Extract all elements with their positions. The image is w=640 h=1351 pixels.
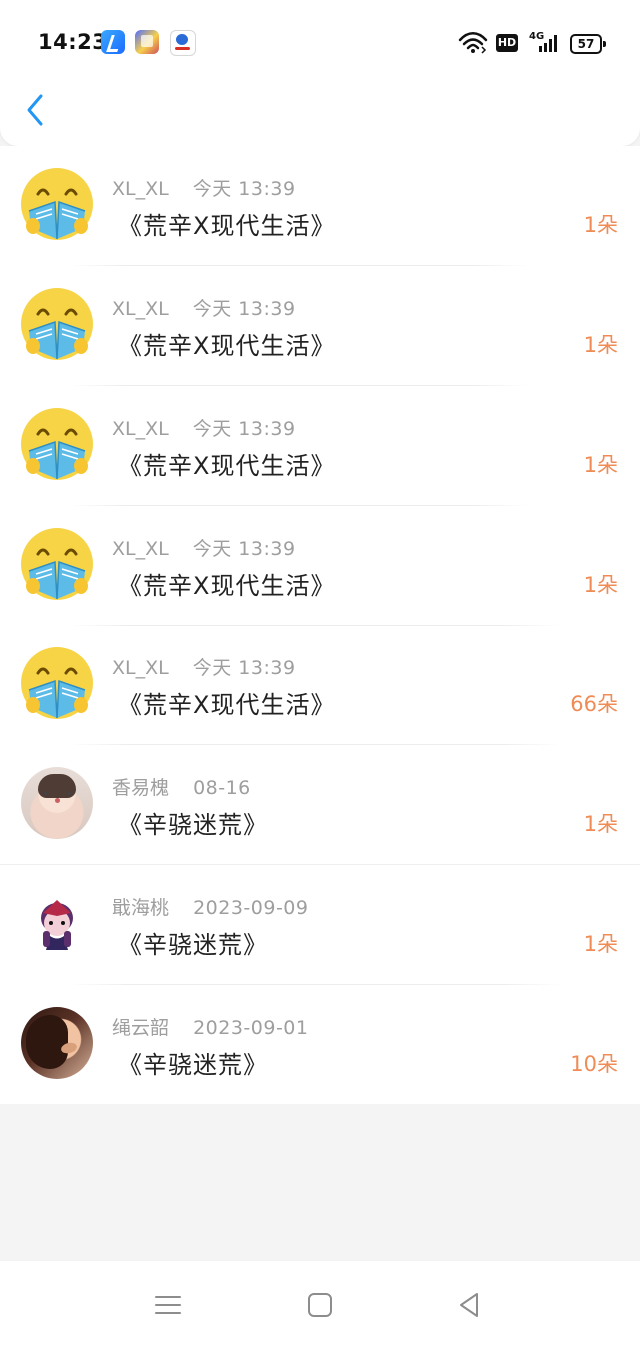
timestamp: 今天 13:39	[192, 178, 296, 200]
book-title: 《辛骁迷荒》	[118, 1051, 268, 1079]
avatar[interactable]	[21, 168, 93, 240]
list-item[interactable]: 绳云韶 2023-09-01 《辛骁迷荒》 10朵	[0, 985, 640, 1104]
list-item[interactable]: XL_XL 今天 13:39 《荒辛X现代生活》 1朵	[0, 386, 640, 506]
book-title: 《荒辛X现代生活》	[118, 212, 336, 240]
wifi-icon	[458, 32, 488, 54]
list-item[interactable]: 香易槐 08-16 《辛骁迷荒》 1朵	[0, 745, 640, 865]
timestamp: 08-16	[193, 777, 251, 799]
list-item[interactable]: XL_XL 今天 13:39 《荒辛X现代生活》 66朵	[0, 625, 640, 745]
meta-line: 戢海桃 2023-09-09	[112, 893, 308, 919]
book-reading-emoji-icon	[21, 288, 93, 360]
blue-app-icon	[101, 30, 125, 54]
timestamp: 今天 13:39	[192, 298, 296, 320]
book-title: 《荒辛X现代生活》	[118, 452, 336, 480]
book-reading-emoji-icon	[21, 408, 93, 480]
menu-icon[interactable]	[153, 1290, 183, 1320]
flower-count: 10朵	[570, 1052, 618, 1076]
meta-line: XL_XL 今天 13:39	[112, 653, 296, 679]
list-item[interactable]: XL_XL 今天 13:39 《荒辛X现代生活》 1朵	[0, 506, 640, 626]
flower-count: 1朵	[583, 812, 618, 836]
status-bar: 14:23 HD 4G 57	[0, 24, 640, 64]
avatar[interactable]	[21, 887, 93, 959]
meta-line: XL_XL 今天 13:39	[112, 294, 296, 320]
flower-count: 1朵	[583, 453, 618, 477]
timestamp: 今天 13:39	[192, 657, 296, 679]
header-bar: 14:23 HD 4G 57	[0, 0, 640, 146]
user-name: XL_XL	[112, 178, 169, 200]
battery-indicator: 57	[570, 34, 606, 54]
list-item[interactable]: XL_XL 今天 13:39 《荒辛X现代生活》 1朵	[0, 146, 640, 266]
book-title: 《荒辛X现代生活》	[118, 332, 336, 360]
timestamp: 今天 13:39	[192, 418, 296, 440]
meta-line: XL_XL 今天 13:39	[112, 174, 296, 200]
avatar[interactable]	[21, 408, 93, 480]
back-triangle-icon[interactable]	[455, 1290, 485, 1320]
game-character-avatar	[41, 900, 73, 950]
gift-record-list: XL_XL 今天 13:39 《荒辛X现代生活》 1朵 XL_XL 今天 13:…	[0, 146, 640, 1104]
timestamp: 2023-09-01	[193, 1017, 309, 1039]
flower-count: 1朵	[583, 573, 618, 597]
user-name: 绳云韶	[112, 1017, 170, 1039]
girl-photo-avatar	[21, 767, 93, 839]
system-navigation-bar	[0, 1261, 640, 1351]
signal-bars-icon	[539, 35, 557, 52]
book-reading-emoji-icon	[21, 647, 93, 719]
hd-badge: HD	[496, 34, 518, 52]
back-button[interactable]	[19, 92, 51, 128]
woman-photo-avatar	[21, 1007, 93, 1079]
game-app-icon	[135, 30, 159, 54]
meta-line: 香易槐 08-16	[112, 773, 251, 799]
user-name: XL_XL	[112, 418, 169, 440]
status-icons: HD 4G 57	[458, 31, 608, 60]
avatar[interactable]	[21, 288, 93, 360]
meta-line: XL_XL 今天 13:39	[112, 534, 296, 560]
user-name: 戢海桃	[112, 897, 170, 919]
timestamp: 今天 13:39	[192, 538, 296, 560]
book-title: 《辛骁迷荒》	[118, 931, 268, 959]
avatar[interactable]	[21, 767, 93, 839]
meta-line: XL_XL 今天 13:39	[112, 414, 296, 440]
user-name: XL_XL	[112, 657, 169, 679]
avatar[interactable]	[21, 647, 93, 719]
flower-count: 1朵	[583, 333, 618, 357]
timestamp: 2023-09-09	[193, 897, 309, 919]
list-item[interactable]: 戢海桃 2023-09-09 《辛骁迷荒》 1朵	[0, 865, 640, 985]
avatar[interactable]	[21, 528, 93, 600]
list-item[interactable]: XL_XL 今天 13:39 《荒辛X现代生活》 1朵	[0, 266, 640, 386]
book-reading-emoji-icon	[21, 168, 93, 240]
flower-count: 1朵	[583, 213, 618, 237]
flower-count: 66朵	[570, 692, 618, 716]
book-reading-emoji-icon	[21, 528, 93, 600]
book-title: 《辛骁迷荒》	[118, 811, 268, 839]
home-icon[interactable]	[305, 1290, 335, 1320]
status-time: 14:23	[38, 30, 108, 54]
user-name: 香易槐	[112, 777, 170, 799]
book-title: 《荒辛X现代生活》	[118, 572, 336, 600]
flower-count: 1朵	[583, 932, 618, 956]
user-name: XL_XL	[112, 298, 169, 320]
book-title: 《荒辛X现代生活》	[118, 691, 336, 719]
baidu-app-icon	[170, 30, 196, 56]
avatar[interactable]	[21, 1007, 93, 1079]
meta-line: 绳云韶 2023-09-01	[112, 1013, 308, 1039]
user-name: XL_XL	[112, 538, 169, 560]
